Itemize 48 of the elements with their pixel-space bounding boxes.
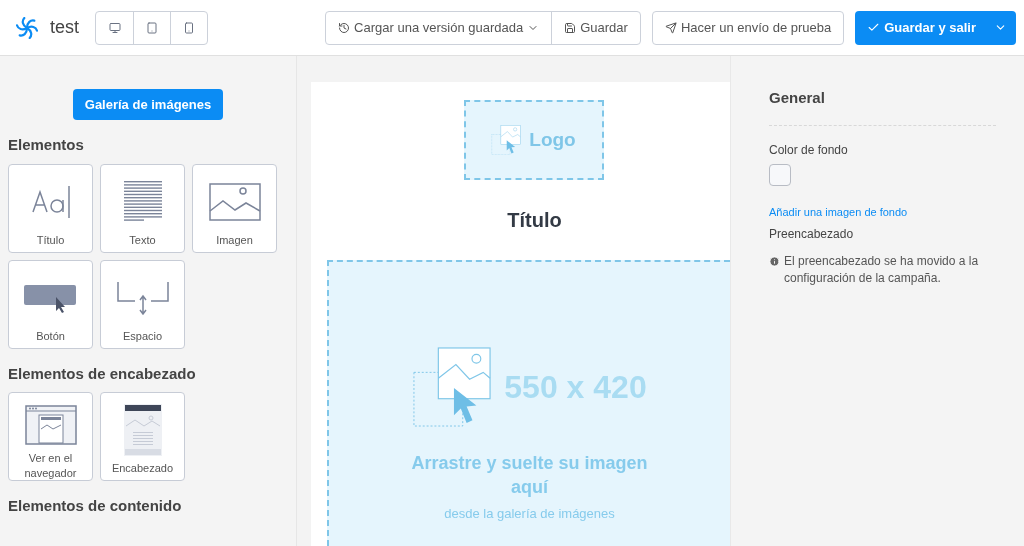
drop-subtext: desde la galería de imágenes	[444, 505, 615, 523]
logo-text: Logo	[529, 127, 576, 152]
check-icon	[867, 21, 881, 34]
tablet-icon	[146, 21, 158, 34]
mobile-phone-icon	[183, 21, 195, 34]
browser-window-icon	[24, 405, 77, 445]
section-heading: Elementos	[8, 135, 85, 155]
save-button[interactable]: Guardar	[552, 11, 640, 44]
history-icon	[338, 21, 351, 34]
tile-label: Texto	[128, 232, 157, 248]
desktop-icon	[108, 21, 121, 34]
field-label: Color de fondo	[769, 141, 849, 159]
spiral-logo-icon	[16, 16, 38, 39]
text-lines-icon	[123, 180, 162, 223]
load-version-button[interactable]: Cargar una versión guardada	[326, 11, 553, 44]
email-header-icon	[123, 404, 162, 456]
send-icon	[664, 21, 677, 34]
project-name: test	[50, 16, 79, 39]
field-label: Preencabezado	[769, 226, 855, 243]
element-tile[interactable]: Texto	[100, 163, 185, 253]
section-heading: Elementos de encabezado	[8, 363, 197, 384]
color-swatch[interactable]	[769, 163, 791, 186]
element-tile[interactable]: Espacio	[100, 259, 185, 349]
save-icon	[564, 21, 577, 34]
tile-label: Botón	[35, 328, 66, 344]
tile-label: Imagen	[215, 232, 254, 248]
element-tile[interactable]: Imagen	[192, 163, 277, 253]
image-drop-icon	[491, 125, 522, 155]
element-tile[interactable]: Ver en el navegador	[8, 392, 93, 481]
panel-heading: General	[769, 88, 826, 108]
drop-instruction: Arrastre y suelte su imagen aquí	[410, 452, 649, 499]
image-size-text: 550 x 420	[504, 368, 647, 407]
info-note: El preencabezado se ha movido a la configuración de la campaña.	[784, 253, 980, 287]
element-tile[interactable]: Título	[8, 163, 93, 253]
element-tile[interactable]: Encabezado	[100, 392, 185, 481]
spacer-icon	[116, 280, 169, 315]
button-cursor-icon	[23, 282, 78, 313]
section-heading: Elementos de contenido	[8, 496, 183, 516]
image-drop-icon	[412, 347, 493, 427]
tile-label: Ver en el navegador	[23, 451, 78, 481]
tile-label: Espacio	[121, 328, 164, 344]
tile-label: Título	[35, 232, 66, 248]
image-icon	[208, 182, 261, 221]
tile-label: Encabezado	[110, 461, 175, 476]
element-tile[interactable]: Botón	[8, 259, 93, 349]
email-title: Título	[507, 208, 562, 233]
test-send-button[interactable]: Hacer un envío de prueba	[651, 10, 845, 45]
info-icon	[769, 256, 780, 267]
